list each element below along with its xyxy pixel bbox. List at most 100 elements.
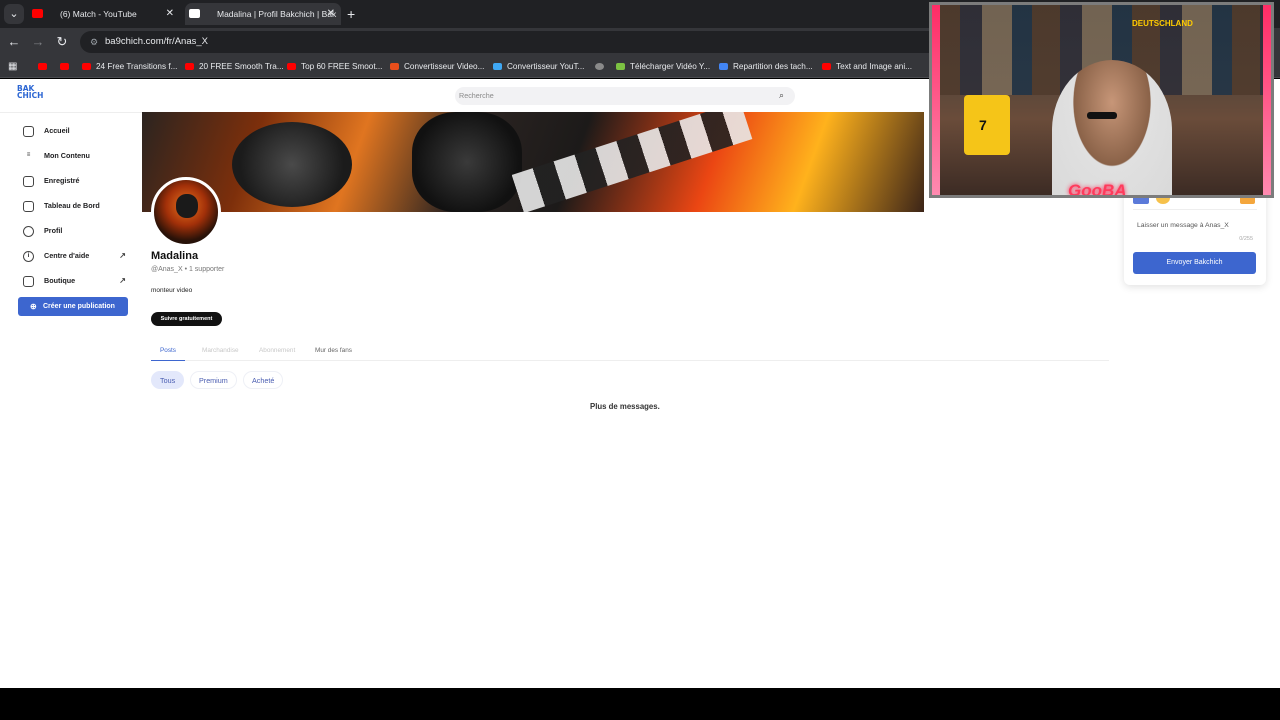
jersey-number: 7 [979, 117, 987, 133]
z-icon [390, 63, 399, 71]
tip-message-field[interactable]: Laisser un message à Anas_X [1137, 222, 1229, 229]
sidebar-item-profil[interactable]: Profil [18, 222, 130, 240]
bookmark-item[interactable]: Convertisseur YouT... [493, 56, 584, 78]
dashboard-icon [23, 201, 34, 212]
bookmark-item[interactable]: 20 FREE Smooth Tra... [185, 56, 284, 78]
apps-grid-icon[interactable]: ▦ [8, 56, 17, 78]
profile-handle: @Anas_X • 1 supporter [151, 266, 225, 273]
bookmark-label: Télécharger Vidéo Y... [630, 62, 711, 71]
close-icon[interactable]: ✕ [166, 3, 174, 25]
profile-bio: monteur video [151, 287, 193, 294]
divider [1133, 209, 1257, 210]
site-logo[interactable]: BAK CHICH [17, 85, 43, 105]
sidebar-item-mon-contenu[interactable]: ≡ Mon Contenu [18, 147, 130, 165]
youtube-icon [38, 63, 47, 71]
tab-title: (6) Match - YouTube [60, 9, 137, 19]
sidebar-item-enregistre[interactable]: Enregistré [18, 172, 130, 190]
bookmark-icon [23, 176, 34, 187]
tab-marchandise[interactable]: Marchandise [202, 344, 239, 361]
site-settings-icon[interactable]: ⚙ [88, 36, 100, 48]
info-icon: i [23, 251, 34, 262]
tab-abonnement[interactable]: Abonnement [259, 344, 295, 361]
flag-sign: DEUTSCHLAND [1132, 19, 1193, 28]
bakchich-icon [189, 9, 200, 18]
sidebar-item-label: Boutique [44, 276, 76, 285]
create-post-button[interactable]: ⊕ Créer une publication [18, 297, 128, 316]
sidebar-item-centre-aide[interactable]: i Centre d'aide ↗ [18, 247, 130, 265]
send-tip-button[interactable]: Envoyer Bakchich [1133, 252, 1256, 274]
sidebar-item-label: Accueil [44, 126, 70, 135]
bookmark-item[interactable]: 24 Free Transitions f... [82, 56, 177, 78]
sidebar-item-boutique[interactable]: Boutique ↗ [18, 272, 130, 290]
letterbox-bar [0, 688, 1280, 720]
neon-sign-text: GooBA [1068, 181, 1127, 198]
bookmark-item[interactable]: Télécharger Vidéo Y... [616, 56, 710, 78]
youtube-icon [32, 9, 43, 18]
home-icon [23, 126, 34, 137]
tab-mur-des-fans[interactable]: Mur des fans [315, 344, 352, 361]
search-input[interactable]: Recherche ⌕ [455, 87, 795, 105]
sidebar: Accueil ≡ Mon Contenu Enregistré Tableau … [0, 112, 142, 688]
profile-tabs: Posts Marchandise Abonnement Mur des fan… [151, 344, 1109, 361]
docs-icon [719, 63, 728, 71]
bookmark-item[interactable]: Top 60 FREE Smoot... [287, 56, 382, 78]
bookmark-item[interactable] [595, 56, 609, 78]
globe-icon [595, 63, 604, 71]
bookmark-label: 20 FREE Smooth Tra... [199, 62, 284, 71]
profile-name: Madalina [151, 250, 199, 262]
list-icon: ≡ [26, 152, 31, 158]
url-text: ba9chich.com/fr/Anas_X [105, 36, 208, 47]
tab-posts[interactable]: Posts [151, 344, 185, 361]
sidebar-item-label: Profil [44, 226, 63, 235]
sidebar-item-label: Centre d'aide [44, 251, 90, 260]
bookmark-label: Convertisseur YouT... [507, 62, 585, 71]
user-icon [23, 226, 34, 237]
tab-search-chevron-icon[interactable]: ⌄ [4, 4, 24, 24]
sidebar-item-tableau-de-bord[interactable]: Tableau de Bord [18, 197, 130, 215]
youtube-icon [82, 63, 91, 71]
neon-light [1263, 5, 1271, 195]
search-placeholder: Recherche [459, 91, 494, 100]
tab-title: Madalina | Profil Bakchich | Bak [217, 9, 337, 19]
converter-icon [493, 63, 502, 71]
youtube-icon [287, 63, 296, 71]
jersey-graphic [964, 95, 1010, 155]
bookmark-item[interactable]: Convertisseur Video... [390, 56, 484, 78]
url-field[interactable]: ⚙ ba9chich.com/fr/Anas_X [80, 31, 940, 53]
avatar-face [176, 194, 198, 218]
new-tab-icon[interactable]: + [347, 3, 355, 25]
search-icon[interactable]: ⌕ [779, 90, 789, 100]
youtube-icon [822, 63, 831, 71]
bookmark-label: 24 Free Transitions f... [96, 62, 178, 71]
bookmark-item[interactable]: Text and Image ani... [822, 56, 912, 78]
tab-bakchich[interactable]: Madalina | Profil Bakchich | Bak ✕ [185, 3, 341, 25]
close-icon[interactable]: ✕ [327, 3, 335, 25]
bookmark-label: Convertisseur Video... [404, 62, 485, 71]
avatar[interactable] [151, 177, 221, 247]
banner-figure [412, 112, 522, 212]
sidebar-item-label: Mon Contenu [44, 151, 90, 160]
follow-button[interactable]: Suivre gratuitement [151, 312, 222, 326]
streamer [1052, 60, 1172, 195]
forward-icon[interactable]: → [28, 32, 48, 52]
plus-circle-icon: ⊕ [30, 302, 37, 311]
empty-feed-text: Plus de messages. [590, 402, 660, 411]
filter-premium[interactable]: Premium [190, 371, 237, 389]
sidebar-item-label: Enregistré [44, 176, 80, 185]
webcam-overlay: DEUTSCHLAND 7 GooBA [929, 2, 1274, 198]
bookmark-label: Text and Image ani... [836, 62, 913, 71]
reload-icon[interactable]: ↻ [52, 32, 72, 52]
filter-achete[interactable]: Acheté [243, 371, 284, 389]
neon-light [932, 5, 940, 195]
back-icon[interactable]: ← [4, 32, 24, 52]
bookmark-item[interactable]: Repartition des tach... [719, 56, 813, 78]
filter-tous[interactable]: Tous [151, 371, 185, 389]
bookmark-item[interactable] [38, 56, 52, 78]
external-link-icon: ↗ [119, 251, 126, 260]
youtube-icon [185, 63, 194, 71]
char-counter: 0/255 [1239, 236, 1253, 242]
sidebar-item-accueil[interactable]: Accueil [18, 122, 130, 140]
tab-youtube[interactable]: (6) Match - YouTube ✕ [28, 3, 180, 25]
external-link-icon: ↗ [119, 276, 126, 285]
bookmark-item[interactable] [60, 56, 74, 78]
